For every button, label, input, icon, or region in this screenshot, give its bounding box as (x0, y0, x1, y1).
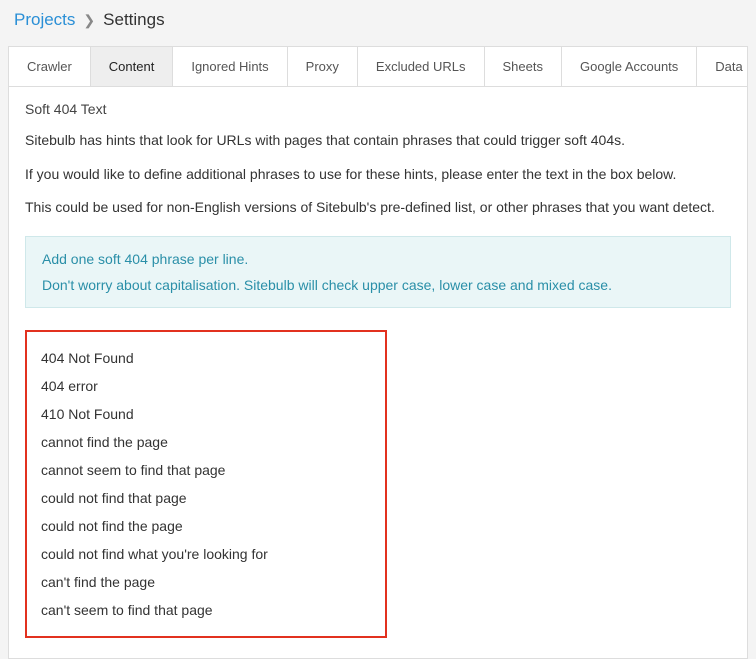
settings-tabs: Crawler Content Ignored Hints Proxy Excl… (8, 46, 748, 87)
breadcrumb: Projects ❯ Settings (0, 0, 756, 40)
section-desc-3: This could be used for non-English versi… (25, 198, 731, 218)
tab-sheets[interactable]: Sheets (485, 47, 562, 86)
tab-excluded-urls[interactable]: Excluded URLs (358, 47, 485, 86)
tab-google-accounts[interactable]: Google Accounts (562, 47, 697, 86)
tab-data[interactable]: Data (697, 47, 756, 86)
section-title: Soft 404 Text (25, 101, 731, 117)
phrase-line: can't seem to find that page (41, 596, 371, 624)
phrase-line: can't find the page (41, 568, 371, 596)
info-line-2: Don't worry about capitalisation. Sitebu… (42, 277, 714, 293)
info-box: Add one soft 404 phrase per line. Don't … (25, 236, 731, 308)
tab-crawler[interactable]: Crawler (9, 47, 91, 86)
phrase-line: cannot seem to find that page (41, 456, 371, 484)
tab-proxy[interactable]: Proxy (288, 47, 358, 86)
phrase-line: cannot find the page (41, 428, 371, 456)
section-desc-2: If you would like to define additional p… (25, 165, 731, 185)
phrase-line: 410 Not Found (41, 400, 371, 428)
phrase-line: 404 error (41, 372, 371, 400)
info-line-1: Add one soft 404 phrase per line. (42, 251, 714, 267)
phrase-line: 404 Not Found (41, 344, 371, 372)
phrase-line: could not find what you're looking for (41, 540, 371, 568)
soft-404-phrases-input[interactable]: 404 Not Found 404 error 410 Not Found ca… (25, 330, 387, 638)
breadcrumb-current: Settings (103, 10, 164, 30)
phrase-line: could not find the page (41, 512, 371, 540)
settings-panel: Soft 404 Text Sitebulb has hints that lo… (8, 87, 748, 659)
tab-content[interactable]: Content (91, 47, 174, 86)
breadcrumb-projects-link[interactable]: Projects (14, 10, 75, 30)
chevron-right-icon: ❯ (83, 12, 95, 29)
tab-ignored-hints[interactable]: Ignored Hints (173, 47, 287, 86)
section-desc-1: Sitebulb has hints that look for URLs wi… (25, 131, 731, 151)
phrase-line: could not find that page (41, 484, 371, 512)
